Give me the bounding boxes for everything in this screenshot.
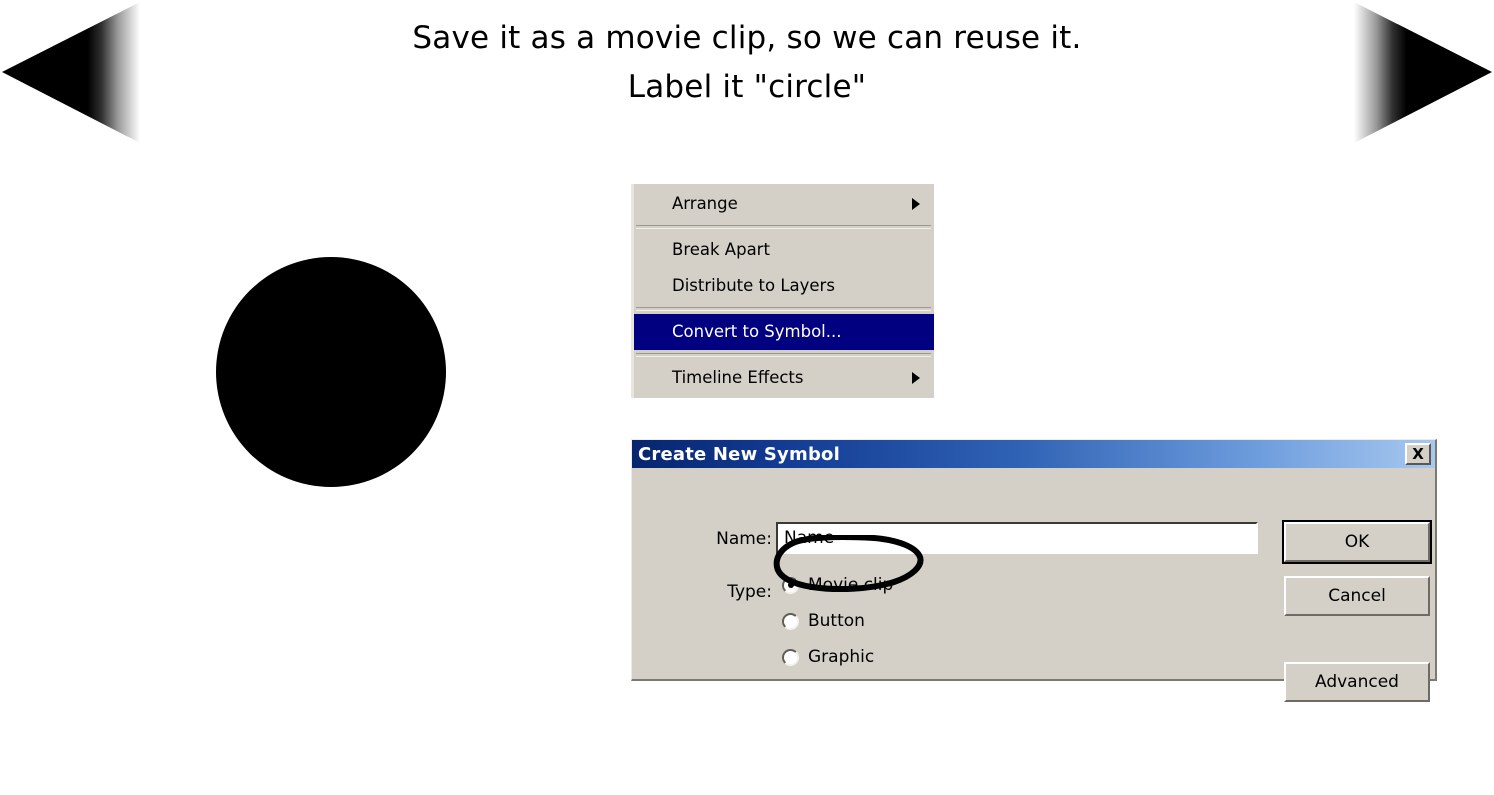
close-icon[interactable]: X <box>1405 443 1431 465</box>
menu-separator <box>636 225 931 229</box>
dialog-body: Name: Type: Movie clip Button Graphic OK… <box>632 468 1435 702</box>
radio-label: Graphic <box>808 647 875 667</box>
radio-label: Button <box>808 611 865 631</box>
menu-item-timeline-effects[interactable]: Timeline Effects <box>634 360 934 396</box>
symbol-name-input[interactable] <box>776 522 1258 554</box>
cancel-button[interactable]: Cancel <box>1284 576 1430 616</box>
menu-item-label: Distribute to Layers <box>672 276 835 295</box>
menu-item-label: Timeline Effects <box>672 368 804 387</box>
radio-movie-clip[interactable]: Movie clip <box>782 575 893 595</box>
name-field-label: Name: <box>716 529 772 549</box>
menu-separator <box>636 307 931 311</box>
slide-heading-line-2: Label it "circle" <box>627 69 867 105</box>
black-circle-shape <box>216 257 446 487</box>
menu-item-convert-to-symbol[interactable]: Convert to Symbol... <box>634 314 934 350</box>
menu-separator <box>636 353 931 357</box>
menu-item-label: Convert to Symbol... <box>672 322 842 341</box>
menu-item-distribute-to-layers[interactable]: Distribute to Layers <box>634 268 934 304</box>
slide-heading: Save it as a movie clip, so we can reuse… <box>0 14 1494 112</box>
create-new-symbol-dialog: Create New Symbol X Name: Type: Movie cl… <box>631 439 1437 702</box>
type-field-label: Type: <box>727 582 772 602</box>
dialog-title: Create New Symbol <box>638 443 840 465</box>
radio-button-type[interactable]: Button <box>782 611 865 631</box>
ok-button[interactable]: OK <box>1282 520 1432 564</box>
menu-item-label: Break Apart <box>672 240 770 259</box>
menu-item-break-apart[interactable]: Break Apart <box>634 232 934 268</box>
radio-mark-icon <box>782 648 799 666</box>
radio-mark-icon <box>782 576 799 594</box>
chevron-right-icon <box>912 198 920 210</box>
dialog-titlebar: Create New Symbol X <box>632 440 1435 468</box>
context-menu: Arrange Break Apart Distribute to Layers… <box>631 184 934 398</box>
radio-graphic[interactable]: Graphic <box>782 647 874 667</box>
radio-label: Movie clip <box>808 575 894 595</box>
radio-mark-icon <box>782 612 799 630</box>
menu-item-arrange[interactable]: Arrange <box>634 186 934 222</box>
slide-heading-line-1: Save it as a movie clip, so we can reuse… <box>412 20 1082 56</box>
advanced-button[interactable]: Advanced <box>1284 662 1430 702</box>
menu-item-label: Arrange <box>672 194 738 213</box>
chevron-right-icon <box>912 372 920 384</box>
